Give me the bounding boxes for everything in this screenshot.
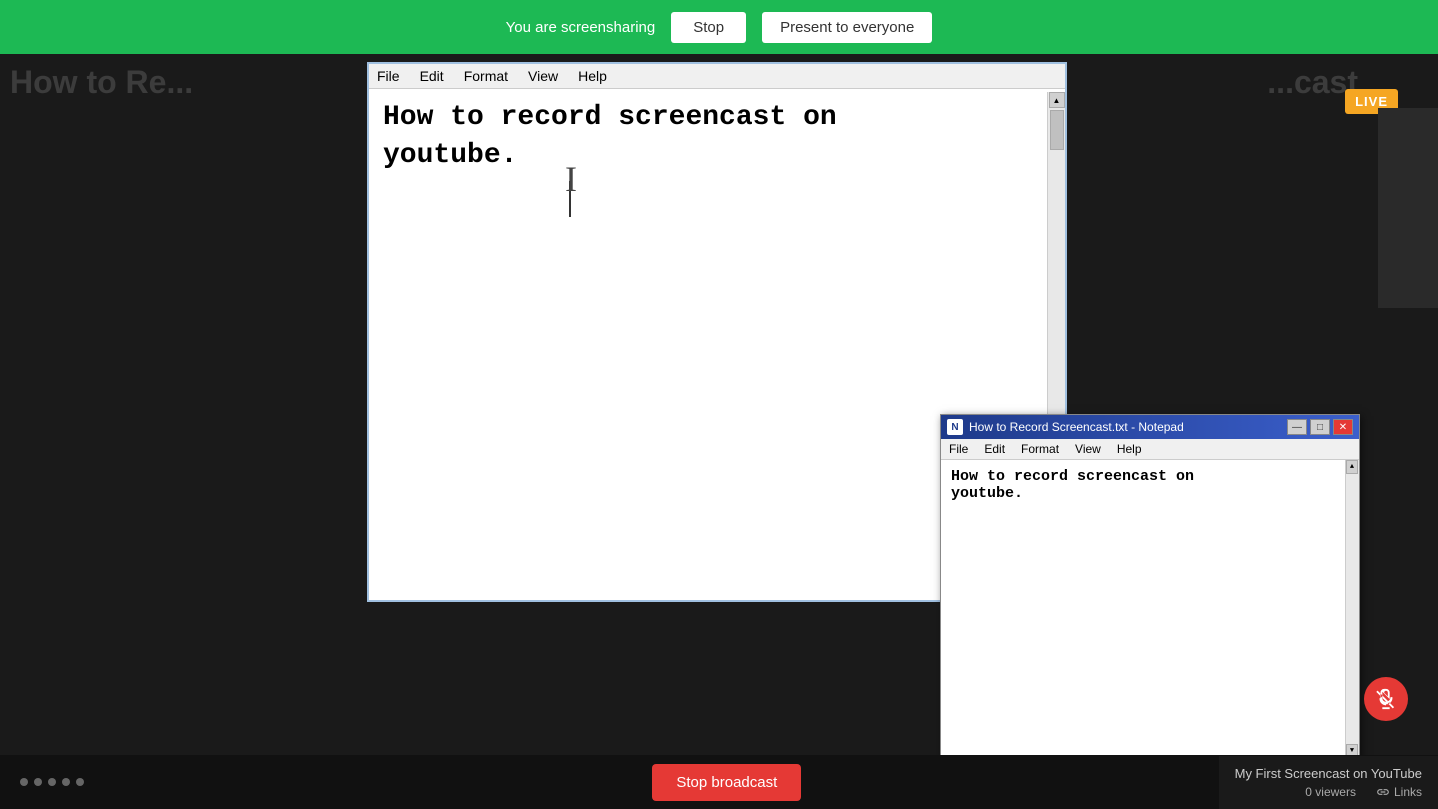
notepad-menu-view[interactable]: View <box>528 68 558 84</box>
dot-5 <box>76 778 84 786</box>
notepad-app-icon: N <box>947 419 963 435</box>
yt-links-button[interactable]: Links <box>1376 785 1422 799</box>
screenshare-bar: You are screensharing Stop Present to ev… <box>0 0 1438 54</box>
links-icon <box>1376 785 1390 799</box>
mini-menu-file[interactable]: File <box>949 442 968 456</box>
scrollbar-thumb[interactable] <box>1050 110 1064 150</box>
scrollbar-up-button[interactable]: ▲ <box>1049 92 1065 108</box>
stop-broadcast-button[interactable]: Stop broadcast <box>652 764 801 801</box>
yt-viewers-count: 0 viewers <box>1305 785 1356 799</box>
bottom-dots <box>20 778 84 786</box>
main-area: How to Re... ...cast File Edit Format Vi… <box>0 54 1438 809</box>
mini-menu-view[interactable]: View <box>1075 442 1101 456</box>
notepad-mini-title-text: How to Record Screencast.txt - Notepad <box>969 420 1184 434</box>
present-to-everyone-button[interactable]: Present to everyone <box>762 12 932 43</box>
notepad-mini-content[interactable]: How to record screencast onyoutube. ▲ ▼ <box>941 460 1359 758</box>
notepad-menu-edit[interactable]: Edit <box>420 68 444 84</box>
right-panel <box>1378 108 1438 308</box>
notepad-mini-text: How to record screencast onyoutube. <box>951 468 1349 502</box>
window-controls: — □ ✕ <box>1287 419 1353 435</box>
notepad-mini-titlebar: N How to Record Screencast.txt - Notepad… <box>941 415 1359 439</box>
close-button[interactable]: ✕ <box>1333 419 1353 435</box>
notepad-mini-menubar: File Edit Format View Help <box>941 439 1359 460</box>
notepad-large-text: How to record screencast onyoutube. <box>383 99 1051 175</box>
dot-2 <box>34 778 42 786</box>
bg-blur-left: How to Re... <box>10 64 193 101</box>
minimize-button[interactable]: — <box>1287 419 1307 435</box>
maximize-button[interactable]: □ <box>1310 419 1330 435</box>
stop-screenshare-button[interactable]: Stop <box>671 12 746 43</box>
youtube-info-panel: My First Screencast on YouTube 0 viewers… <box>1219 756 1438 809</box>
notepad-large-menubar: File Edit Format View Help <box>369 64 1065 89</box>
notepad-menu-help[interactable]: Help <box>578 68 607 84</box>
ibeam-icon: I <box>565 161 577 197</box>
dot-3 <box>48 778 56 786</box>
mini-scrollbar-up[interactable]: ▲ <box>1346 460 1358 474</box>
notepad-mini-title-section: N How to Record Screencast.txt - Notepad <box>947 419 1184 435</box>
dot-1 <box>20 778 28 786</box>
notepad-menu-format[interactable]: Format <box>464 68 508 84</box>
microphone-slash-icon <box>1375 688 1397 710</box>
notepad-menu-file[interactable]: File <box>377 68 400 84</box>
mini-menu-format[interactable]: Format <box>1021 442 1059 456</box>
notepad-mini-window: N How to Record Screencast.txt - Notepad… <box>940 414 1360 759</box>
mute-button[interactable] <box>1364 677 1408 721</box>
mini-scrollbar[interactable]: ▲ ▼ <box>1345 460 1359 758</box>
mini-menu-edit[interactable]: Edit <box>984 442 1005 456</box>
mini-menu-help[interactable]: Help <box>1117 442 1142 456</box>
yt-stats-row: 0 viewers Links <box>1235 785 1422 799</box>
dot-4 <box>62 778 70 786</box>
screenshare-status-text: You are screensharing <box>506 19 656 36</box>
yt-stream-title: My First Screencast on YouTube <box>1235 766 1422 781</box>
